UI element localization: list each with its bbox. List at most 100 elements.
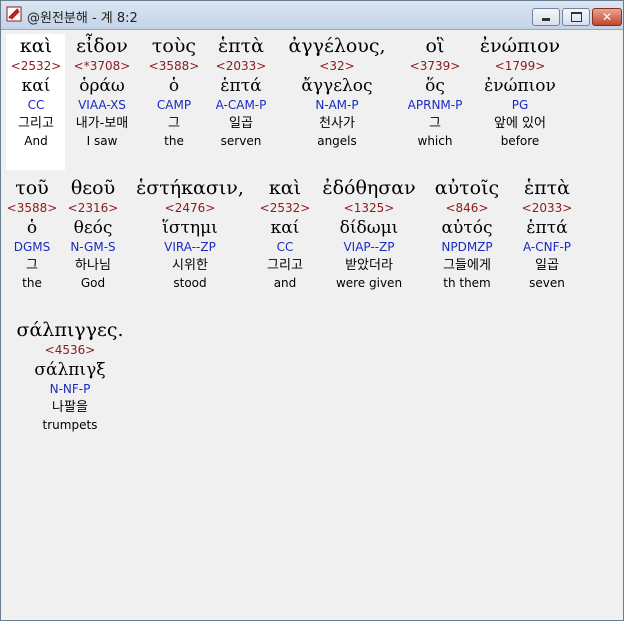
english-gloss: And xyxy=(24,134,48,148)
korean-gloss: 그 xyxy=(429,116,441,131)
strong-number: <3588> xyxy=(148,59,200,73)
english-gloss: the xyxy=(22,276,42,290)
greek-word: αὐτοῖς xyxy=(434,177,500,199)
english-gloss: I saw xyxy=(86,134,118,148)
lemma: σάλπιγξ xyxy=(34,360,106,380)
english-gloss: angels xyxy=(317,134,357,148)
strong-number: <1799> xyxy=(494,59,546,73)
strong-number: <2033> xyxy=(215,59,267,73)
word-block[interactable]: ἀγγέλους, <32> ἄγγελος N-AM-P 천사가 angels xyxy=(279,34,395,149)
strong-number: <1325> xyxy=(343,201,395,215)
word-block[interactable]: ἑπτὰ <2033> ἑπτά A-CNF-P 일곱 seven xyxy=(511,176,583,291)
korean-gloss: 나팔을 xyxy=(52,400,88,415)
strong-number: <2532> xyxy=(10,59,62,73)
lemma: ὁράω xyxy=(79,76,125,96)
strong-number: <3588> xyxy=(6,201,58,215)
strong-number: <2033> xyxy=(521,201,573,215)
word-block[interactable]: ἐνώπιον <1799> ἐνώπιον PG 앞에 있어 before xyxy=(473,34,567,149)
strong-number: <4536> xyxy=(44,343,96,357)
morphology-code: NPDMZP xyxy=(441,240,493,254)
lemma: ἐνώπιον xyxy=(484,76,556,96)
greek-word: ἐνώπιον xyxy=(479,35,561,57)
greek-word: οἳ xyxy=(425,35,445,57)
morphology-code: APRNM-P xyxy=(407,98,463,112)
korean-gloss: 하나님 xyxy=(75,258,111,273)
lemma: ὅς xyxy=(425,76,445,96)
english-gloss: th them xyxy=(443,276,491,290)
minimize-button[interactable] xyxy=(532,8,560,26)
lemma: δίδωμι xyxy=(339,218,399,238)
morphology-code: VIAP--ZP xyxy=(343,240,395,254)
korean-gloss: 받았더라 xyxy=(345,258,393,273)
greek-word: ἐδόθησαν xyxy=(322,177,416,199)
morphology-code: A-CAM-P xyxy=(215,98,267,112)
english-gloss: which xyxy=(417,134,453,148)
strong-number: <2476> xyxy=(164,201,216,215)
morphology-code: N-NF-P xyxy=(49,382,91,396)
greek-word: καὶ xyxy=(19,35,53,57)
korean-gloss: 일곱 xyxy=(229,116,253,131)
morphology-code: N-GM-S xyxy=(70,240,116,254)
greek-word: καὶ xyxy=(268,177,302,199)
korean-gloss: 앞에 있어 xyxy=(494,116,546,131)
english-gloss: seven xyxy=(529,276,565,290)
greek-word: ἑπτὰ xyxy=(217,35,265,57)
strong-number: <32> xyxy=(319,59,355,73)
english-gloss: God xyxy=(80,276,106,290)
korean-gloss: 그리고 xyxy=(18,116,54,131)
interlinear-panel: καὶ <2532> καί CC 그리고 And εἶδον <*3708> … xyxy=(1,30,623,620)
lemma: ἑπτά xyxy=(220,76,262,96)
app-icon xyxy=(6,6,22,22)
lemma: ὁ xyxy=(26,218,38,238)
lemma: καί xyxy=(21,76,51,96)
morphology-code: N-AM-P xyxy=(315,98,359,112)
minimize-icon xyxy=(542,18,550,21)
close-icon: ✕ xyxy=(601,10,613,24)
strong-number: <2316> xyxy=(67,201,119,215)
english-gloss: the xyxy=(164,134,184,148)
word-block[interactable]: τοὺς <3588> ὁ CAMP 그 the xyxy=(141,34,207,149)
word-block[interactable]: εἶδον <*3708> ὁράω VIAA-XS 내가-보매 I saw xyxy=(67,34,137,149)
strong-number: <2532> xyxy=(259,201,311,215)
korean-gloss: 시위한 xyxy=(172,258,208,273)
morphology-code: VIAA-XS xyxy=(78,98,126,112)
word-block[interactable]: σάλπιγγες. <4536> σάλπιγξ N-NF-P 나팔을 tru… xyxy=(5,318,135,433)
korean-gloss: 일곱 xyxy=(535,258,559,273)
word-block[interactable]: καὶ <2532> καί CC 그리고 And xyxy=(7,34,65,149)
greek-word: τοὺς xyxy=(151,35,197,57)
title-bar[interactable]: @원전분해 - 계 8:2 ✕ xyxy=(1,1,623,30)
greek-word: ἑστήκασιν, xyxy=(136,177,244,199)
korean-gloss: 그리고 xyxy=(267,258,303,273)
maximize-button[interactable] xyxy=(562,8,590,26)
morphology-code: PG xyxy=(511,98,529,112)
word-block[interactable]: τοῦ <3588> ὁ DGMS 그 the xyxy=(5,176,59,291)
strong-number: <846> xyxy=(445,201,489,215)
maximize-icon xyxy=(571,12,582,22)
word-block[interactable]: ἐδόθησαν <1325> δίδωμι VIAP--ZP 받았더라 wer… xyxy=(315,176,423,291)
word-block[interactable]: καὶ <2532> καί CC 그리고 and xyxy=(255,176,315,291)
english-gloss: before xyxy=(500,134,540,148)
window-title: @원전분해 - 계 8:2 xyxy=(27,11,138,26)
english-gloss: stood xyxy=(173,276,207,290)
lemma: ἵστημι xyxy=(162,218,218,238)
morphology-code: CAMP xyxy=(156,98,192,112)
korean-gloss: 그 xyxy=(168,116,180,131)
word-block[interactable]: ἑπτὰ <2033> ἑπτά A-CAM-P 일곱 serven xyxy=(209,34,273,149)
app-window: @원전분해 - 계 8:2 ✕ καὶ <2532> καί CC 그리고 An… xyxy=(0,0,624,621)
morphology-code: CC xyxy=(27,98,45,112)
english-gloss: serven xyxy=(220,134,262,148)
korean-gloss: 천사가 xyxy=(319,116,355,131)
word-block[interactable]: θεοῦ <2316> θεός N-GM-S 하나님 God xyxy=(61,176,125,291)
word-block[interactable]: αὐτοῖς <846> αὐτός NPDMZP 그들에게 th them xyxy=(425,176,509,291)
lemma: ἑπτά xyxy=(526,218,568,238)
strong-number: <3739> xyxy=(409,59,461,73)
english-gloss: trumpets xyxy=(42,418,98,432)
word-block[interactable]: ἑστήκασιν, <2476> ἵστημι VIRA--ZP 시위한 st… xyxy=(127,176,253,291)
morphology-code: DGMS xyxy=(13,240,51,254)
korean-gloss: 내가-보매 xyxy=(75,116,129,131)
word-block[interactable]: οἳ <3739> ὅς APRNM-P 그 which xyxy=(399,34,471,149)
greek-word: τοῦ xyxy=(15,177,49,199)
morphology-code: VIRA--ZP xyxy=(164,240,216,254)
greek-word: θεοῦ xyxy=(70,177,116,199)
close-button[interactable]: ✕ xyxy=(592,8,622,26)
